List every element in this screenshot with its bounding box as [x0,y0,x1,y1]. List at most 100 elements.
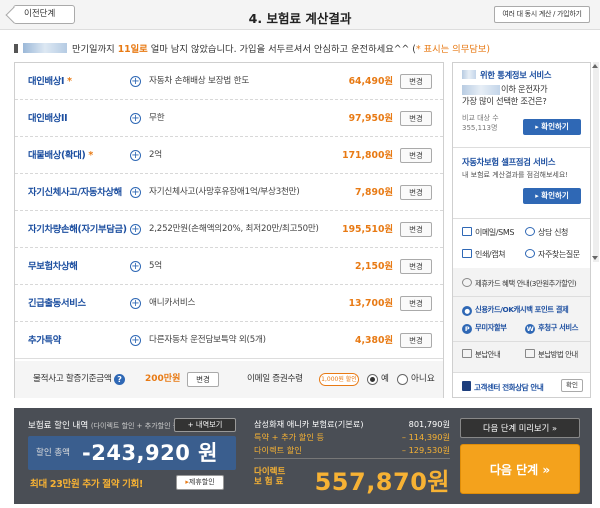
coverage-desc: 다른자동차 운전담보특약 외(5개) [149,335,266,345]
coverage-row: 무보험차상해 + 5억 2,150원 변경 [15,248,443,285]
coverage-label[interactable]: 자기차량손해(자기부담금) [28,211,127,248]
change-button[interactable]: 변경 [400,111,432,126]
later-claim-link[interactable]: W 후청구 서비스 [525,323,578,334]
self-check-text: 내 보험료 계산결과를 점검해보세요! [462,171,569,179]
multi-car-button[interactable]: 여러 대 동시 계산 / 가입하기 [494,6,590,23]
change-button[interactable]: 변경 [400,148,432,163]
plus-icon[interactable]: + [130,113,141,124]
property-threshold-value: 200만원 [145,374,181,384]
options-row: 물적사고 할증기준금액 ? 200만원 변경 이메일 증권수령 1,000원 할… [15,361,443,398]
change-button[interactable]: 변경 [400,222,432,237]
email-no-label[interactable]: 아니요 [411,361,435,398]
coverage-label[interactable]: 무보험차상해 [28,248,78,285]
mail-icon [462,227,472,236]
consult-link[interactable]: 상담 신청 [525,227,568,238]
discount-title: 보험료 할인 내역 (다이렉트 할인 + 추가할인 등) [28,421,182,431]
coverage-price: 195,510원 [342,224,393,235]
plus-icon[interactable]: + [130,335,141,346]
installment-link[interactable]: P 무미자할부 [462,323,507,334]
self-check-service: 자동차보험 셀프점검 서비스 내 보험료 계산결과를 점검해보세요! 확인하기 [453,148,590,213]
next-step-preview-button[interactable]: 다음 단계 미리보기 » [460,418,580,438]
coverage-price: 4,380원 [355,335,393,346]
plus-icon[interactable]: + [130,187,141,198]
call-center-label: 고객센터 전화상담 안내 [462,381,544,393]
email-yes-label[interactable]: 예 [381,361,389,398]
property-threshold-label: 물적사고 할증기준금액 ? [33,361,125,398]
coverage-label[interactable]: 대물배상(확대) * [28,137,93,174]
coverage-table: 대인배상I * + 자동차 손해배상 보장법 한도 64,490원 변경 대인배… [14,62,444,398]
p-icon: P [462,324,472,334]
sidebar: 위한 통계정보 서비스 이하 운전자가 가장 많이 선택한 조건은? 비교 대상… [452,62,591,398]
notice-before: 만기일까지 [71,44,115,55]
question-icon [525,249,535,258]
coverage-row: 자기차량손해(자기부담금) + 2,252만원(손해액의20%, 최저20만/최… [15,211,443,248]
email-sms-link[interactable]: 이메일/SMS [462,227,514,238]
divider [453,218,590,219]
coverage-desc: 2,252만원(손해액의20%, 최저20만/최고50만) [149,224,319,234]
scroll-down-icon[interactable] [592,256,598,260]
coverage-row: 대인배상II + 무한 97,950원 변경 [15,100,443,137]
print-link[interactable]: 인쇄/캡쳐 [462,249,506,260]
faq-link[interactable]: 자주찾는질문 [525,249,580,260]
help-icon[interactable]: ? [113,374,125,385]
coverage-price: 13,700원 [348,298,393,309]
top-bar: 이전단계 4. 보험료 계산결과 여러 대 동시 계산 / 가입하기 [0,0,600,30]
change-button[interactable]: 변경 [400,185,432,200]
partner-discount-button[interactable]: 제휴할인 [176,475,224,490]
coverage-label[interactable]: 자기신체사고/자동차상해 [28,174,122,211]
coverage-price: 2,150원 [355,261,393,272]
self-check-button[interactable]: 확인하기 [523,188,581,204]
self-check-title: 자동차보험 셀프점검 서비스 [462,157,556,167]
scrollbar[interactable] [593,62,599,262]
chat-icon [525,227,535,236]
change-button[interactable]: 변경 [400,74,432,89]
coverage-price: 97,950원 [348,113,393,124]
card-point-link[interactable]: ● 신용카드/OK캐시백 포인트 결제 [462,305,569,316]
divider [453,296,590,297]
change-button[interactable]: 변경 [400,333,432,348]
detail-button[interactable]: + 내역보기 [174,418,236,432]
price-summary: 보험료 할인 내역 (다이렉트 할인 + 추가할인 등) + 내역보기 할인 총… [14,408,592,504]
coverage-price: 64,490원 [348,76,393,87]
blurred-text [462,70,476,79]
coverage-desc: 애니카서비스 [149,298,196,308]
notice-bullet [14,44,18,53]
installment-method-link[interactable]: 분납방법 안내 [525,349,578,360]
coverage-desc: 자동차 손해배상 보장법 한도 [149,76,250,86]
change-button[interactable]: 변경 [400,296,432,311]
coverage-desc: 무한 [149,113,165,123]
coverage-label[interactable]: 대인배상II [28,100,68,137]
scroll-up-icon[interactable] [592,64,598,68]
coverage-label[interactable]: 대인배상I * [28,63,72,100]
stats-compare-label: 비교 대상 수 [462,114,499,122]
email-no-radio[interactable] [397,374,408,385]
call-center-button[interactable]: 확인 [561,379,583,392]
card-benefit-link[interactable]: 제휴카드 혜택 안내(3만원추가할인) [462,278,577,289]
email-discount-badge: 1,000원 할인 [319,373,359,386]
next-step-button[interactable]: 다음 단계 » [460,444,580,494]
plus-icon[interactable]: + [130,298,141,309]
card-icon: ● [462,306,472,316]
stats-compare-count: 355,113명 [462,124,498,132]
stats-title: 위한 통계정보 서비스 [480,70,552,80]
plus-icon[interactable]: + [130,261,141,272]
notice-days: 11일로 [117,44,148,55]
coverage-row: 긴급출동서비스 + 애니카서비스 13,700원 변경 [15,285,443,322]
plus-icon[interactable]: + [130,76,141,87]
notice-required-note: * 표시는 의무담보) [415,44,490,55]
extra-saving-text: 최대 23만원 추가 절약 기회! [30,479,144,490]
installment-info-link[interactable]: 분납안내 [462,349,501,360]
blurred-name [22,43,67,53]
property-change-button[interactable]: 변경 [187,372,219,387]
plus-icon[interactable]: + [130,224,141,235]
coverage-row: 추가특약 + 다른자동차 운전담보특약 외(5개) 4,380원 변경 [15,322,443,359]
plus-icon[interactable]: + [130,150,141,161]
phone-icon [462,381,471,391]
change-button[interactable]: 변경 [400,259,432,274]
discount-total-box: 할인 총액 -243,920 원 [28,436,236,470]
stats-service: 위한 통계정보 서비스 이하 운전자가 가장 많이 선택한 조건은? 비교 대상… [453,63,590,143]
stats-confirm-button[interactable]: 확인하기 [523,119,581,135]
coverage-label[interactable]: 긴급출동서비스 [28,285,86,322]
coverage-label[interactable]: 추가특약 [28,322,61,359]
email-yes-radio[interactable] [367,374,378,385]
